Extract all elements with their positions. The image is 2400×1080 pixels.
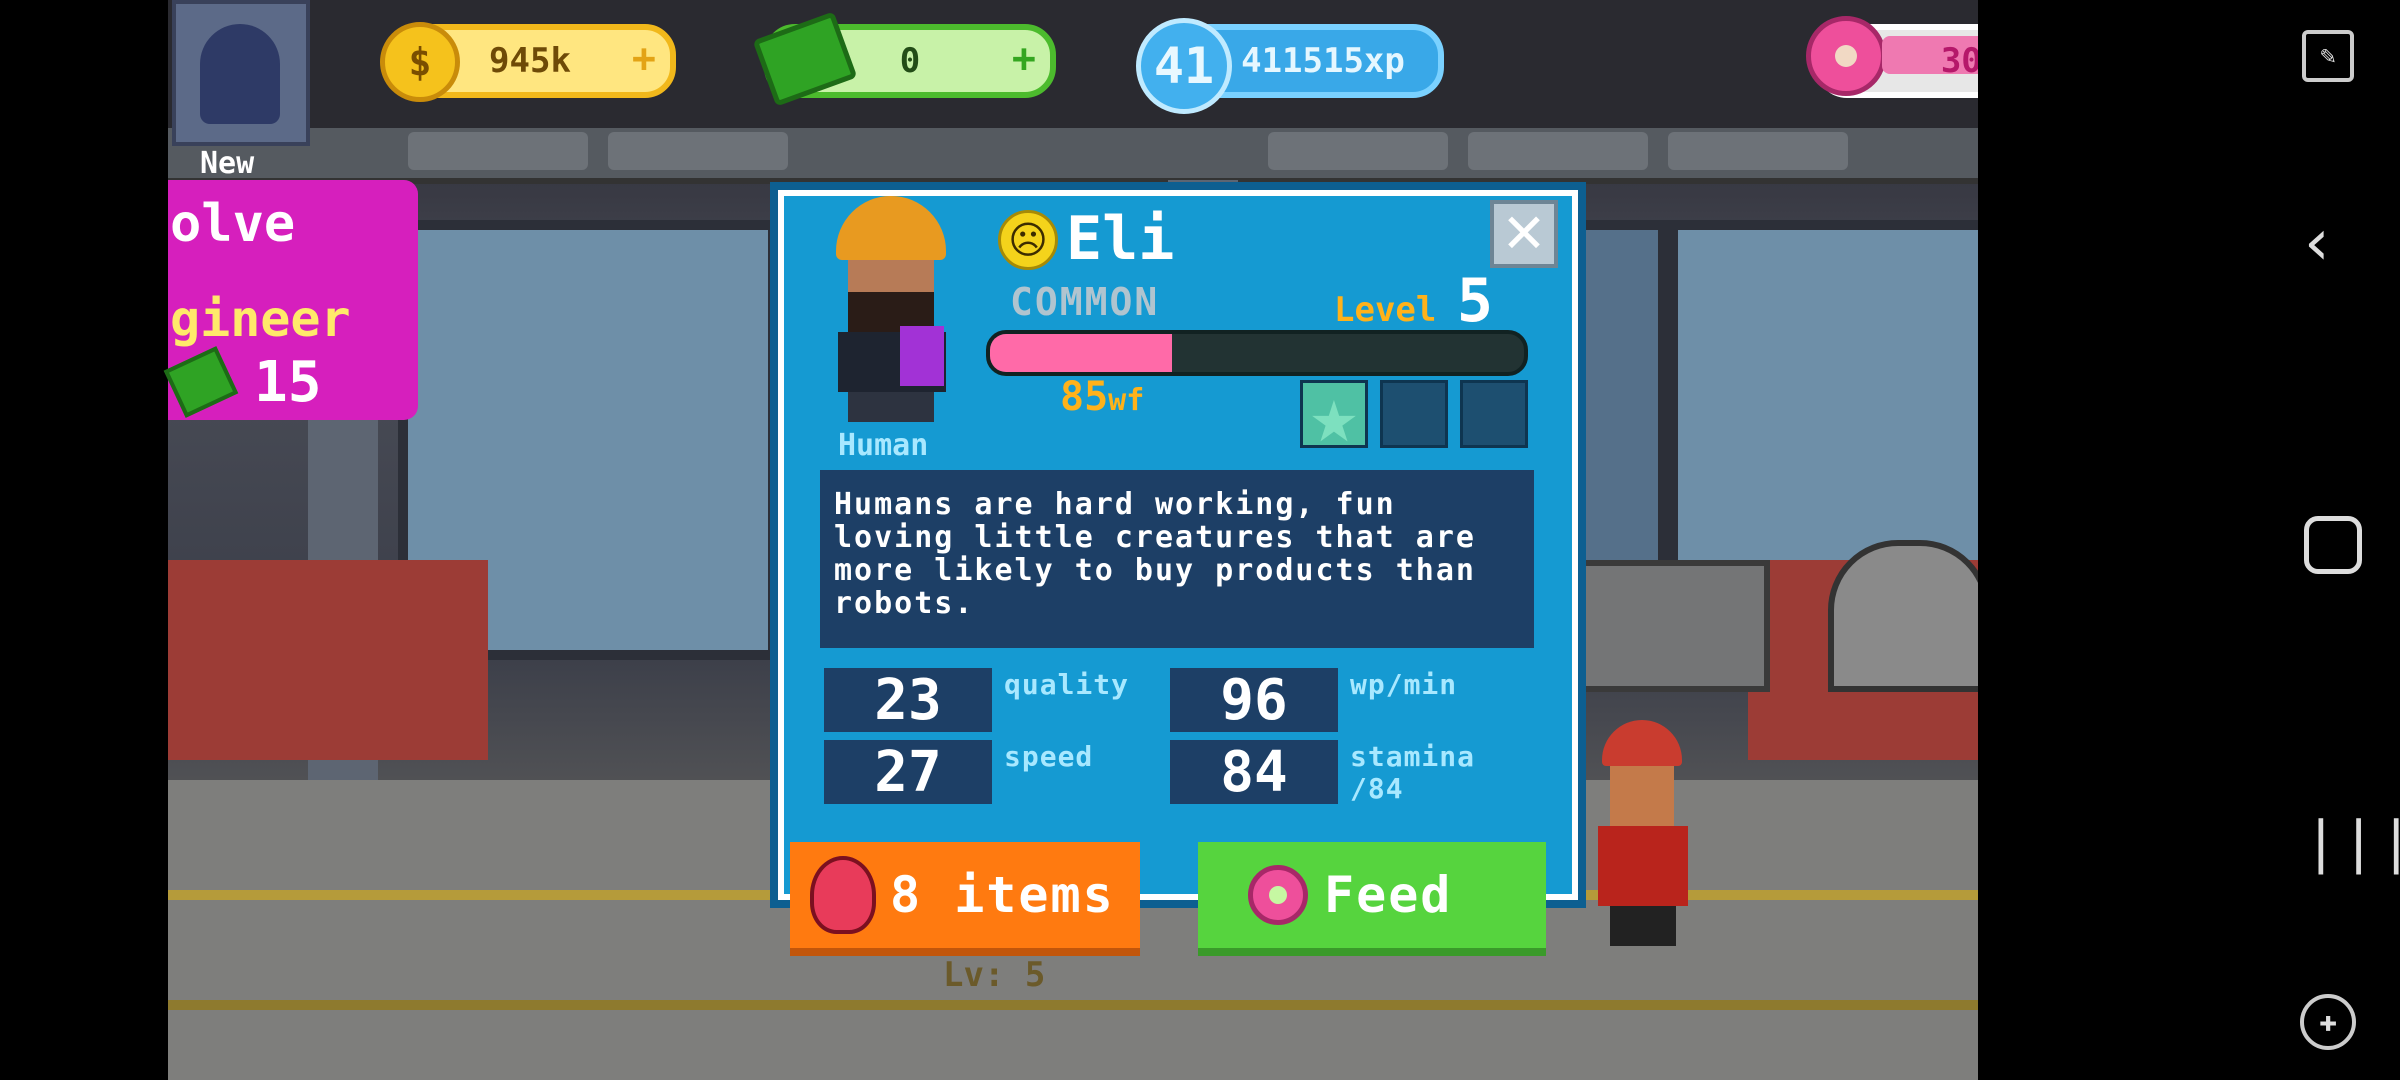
worker-progress-bar xyxy=(986,330,1528,376)
hard-hat-icon xyxy=(836,196,946,260)
worker-sprite[interactable] xyxy=(1588,720,1698,950)
coins-counter[interactable]: $ 945k + xyxy=(380,22,676,102)
game-tools-icon[interactable]: ✎ xyxy=(2302,30,2354,82)
machine xyxy=(1828,540,1978,692)
rail-segment xyxy=(408,132,588,170)
rail-segment xyxy=(1468,132,1648,170)
donut-icon xyxy=(1806,16,1886,96)
coins-value: 945k xyxy=(489,41,571,81)
rail-segment xyxy=(1268,132,1448,170)
wp-value: 96 xyxy=(1170,668,1338,733)
star-slot-empty xyxy=(1460,380,1528,448)
floor-level-label: Lv: 5 xyxy=(943,955,1046,995)
banner-cost: 15 xyxy=(254,350,322,415)
cash-icon xyxy=(163,346,239,418)
donut-icon xyxy=(1248,865,1308,925)
recent-apps-icon[interactable]: ||| xyxy=(2304,810,2400,875)
mood-sad-icon: ☹ xyxy=(998,210,1058,270)
add-cash-icon[interactable]: + xyxy=(1012,36,1036,82)
race-label: Human xyxy=(838,428,929,463)
player-level: 41 xyxy=(1153,37,1215,95)
wf-label: 85wf xyxy=(1060,374,1144,420)
stamina-value: 84 xyxy=(1170,740,1338,805)
wp-label: wp/min xyxy=(1350,668,1458,701)
coin-icon: $ xyxy=(380,22,460,102)
worker-silhouette-icon xyxy=(200,24,280,124)
speed-label: speed xyxy=(1004,740,1094,773)
worker-portrait xyxy=(830,196,950,426)
add-coins-icon[interactable]: + xyxy=(632,36,656,82)
new-worker-button[interactable] xyxy=(172,0,310,146)
worker-name: Eli xyxy=(1066,204,1175,274)
stamina-max: /84 xyxy=(1350,772,1404,805)
red-wall xyxy=(168,560,488,760)
worker-progress-fill xyxy=(990,334,1172,372)
evolve-banner[interactable]: olve gineer 15 xyxy=(163,180,418,420)
worker-description: Humans are hard working, fun loving litt… xyxy=(820,470,1534,648)
feed-label: Feed xyxy=(1324,866,1453,924)
wf-unit: wf xyxy=(1108,383,1145,418)
star-slot-filled: ★ xyxy=(1300,368,1368,461)
rarity-label: COMMON xyxy=(1010,280,1160,324)
gamepad-icon[interactable]: ✚ xyxy=(2300,994,2356,1050)
cash-counter[interactable]: 0 + xyxy=(752,11,1056,107)
banner-line-1: olve xyxy=(170,194,296,254)
star-slots: ★ xyxy=(1300,368,1532,461)
star-slot-empty xyxy=(1380,380,1448,448)
banner-line-2: gineer xyxy=(170,290,351,348)
level-label: Level 5 xyxy=(1334,266,1493,336)
new-label: New xyxy=(200,146,255,181)
quality-label: quality xyxy=(1004,668,1130,701)
level-badge: 41 xyxy=(1136,18,1232,114)
home-icon[interactable] xyxy=(2304,516,2362,574)
quality-value: 23 xyxy=(824,668,992,733)
potion-icon xyxy=(810,856,876,934)
items-button[interactable]: 8 items xyxy=(790,842,1140,956)
feed-button[interactable]: Feed xyxy=(1198,842,1546,956)
items-label: 8 items xyxy=(890,866,1115,924)
system-navbar: ✎ ‹ ||| ✚ xyxy=(1978,0,2400,1080)
floor-stripe xyxy=(168,1000,1978,1010)
speed-value: 27 xyxy=(824,740,992,805)
back-icon[interactable]: ‹ xyxy=(2304,206,2330,280)
stamina-label: stamina xyxy=(1350,740,1476,773)
rail-segment xyxy=(1668,132,1848,170)
close-icon: ✕ xyxy=(1501,202,1547,265)
close-button[interactable]: ✕ xyxy=(1490,200,1558,268)
rail-segment xyxy=(608,132,788,170)
xp-counter[interactable]: 41 411515xp xyxy=(1136,18,1444,114)
wf-value: 85 xyxy=(1060,374,1109,420)
level-value: 5 xyxy=(1456,266,1493,336)
cash-value: 0 xyxy=(899,41,921,81)
level-text: Level xyxy=(1334,290,1437,330)
